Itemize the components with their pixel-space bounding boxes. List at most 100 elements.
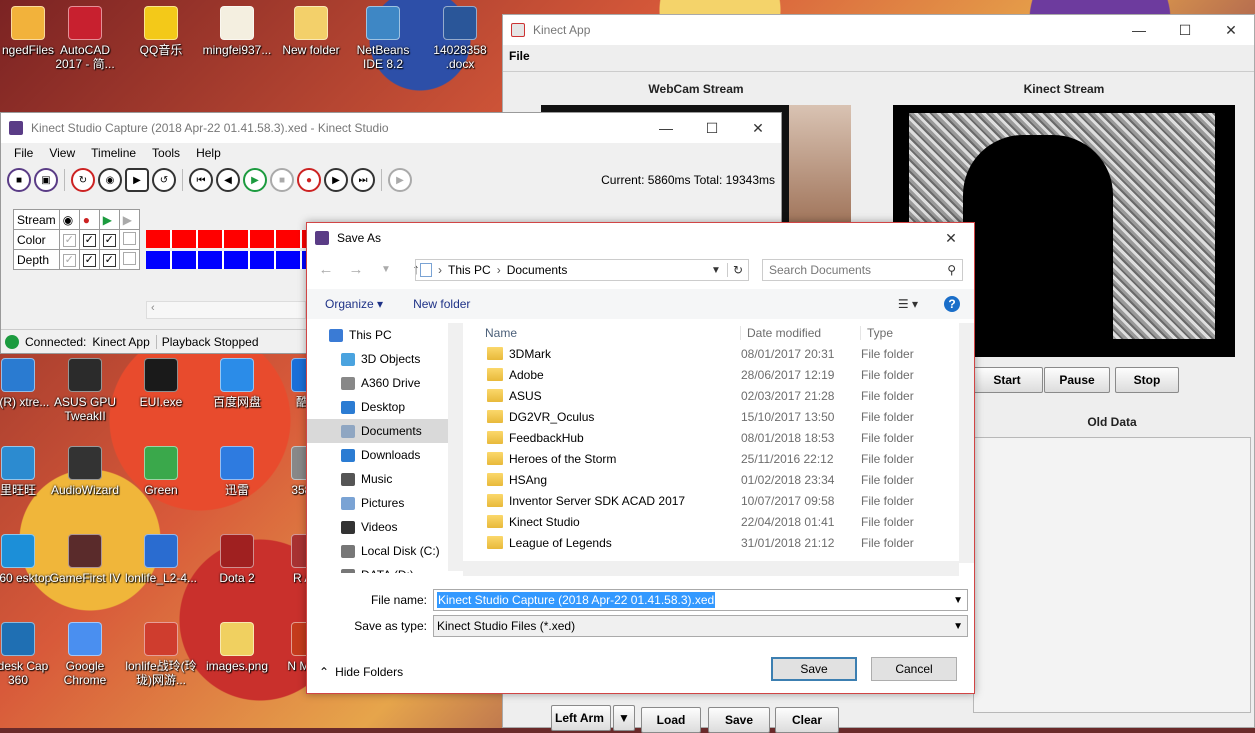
desktop-icon[interactable]: ASUS GPU TweakII bbox=[47, 358, 123, 423]
file-row[interactable]: 3DMark 08/01/2017 20:31 File folder bbox=[475, 343, 959, 364]
search-input[interactable]: Search Documents ⚲ bbox=[762, 259, 963, 281]
timeline-hscroll[interactable]: ‹ bbox=[146, 301, 306, 319]
forward-arrow-icon[interactable]: → bbox=[345, 261, 367, 278]
nav-item[interactable]: Downloads bbox=[307, 443, 463, 467]
nav-item[interactable]: A360 Drive bbox=[307, 371, 463, 395]
nav-item[interactable]: Music bbox=[307, 467, 463, 491]
chevron-down-icon[interactable]: ▼ bbox=[613, 705, 635, 731]
file-row[interactable]: Inventor Server SDK ACAD 2017 10/07/2017 … bbox=[475, 490, 959, 511]
chevron-down-icon[interactable]: ▼ bbox=[711, 265, 721, 276]
nav-item[interactable]: Videos bbox=[307, 515, 463, 539]
record-icon[interactable]: ● bbox=[297, 168, 321, 192]
disconnect-icon[interactable]: ■ bbox=[7, 168, 31, 192]
maximize-icon[interactable]: ☐ bbox=[1162, 15, 1208, 45]
menu-timeline[interactable]: Timeline bbox=[86, 146, 147, 160]
desktop-icon[interactable]: EUI.exe bbox=[123, 358, 199, 409]
minimize-icon[interactable]: — bbox=[1116, 15, 1162, 45]
refresh-icon[interactable]: ↻ bbox=[726, 263, 748, 277]
view-options-icon[interactable]: ☰ ▾ bbox=[898, 297, 926, 311]
checkbox[interactable] bbox=[122, 231, 136, 245]
file-row[interactable]: DG2VR_Oculus 15/10/2017 13:50 File folder bbox=[475, 406, 959, 427]
checkbox[interactable]: ✓ bbox=[82, 234, 96, 247]
cancel-button[interactable]: Cancel bbox=[871, 657, 957, 681]
load-button[interactable]: Load bbox=[641, 707, 701, 733]
back-arrow-icon[interactable]: ← bbox=[315, 261, 337, 278]
file-row[interactable]: Adobe 28/06/2017 12:19 File folder bbox=[475, 364, 959, 385]
stop-icon[interactable]: ■ bbox=[270, 168, 294, 192]
step-forward-icon[interactable]: ▶ bbox=[324, 168, 348, 192]
pause-button[interactable]: Pause bbox=[1044, 367, 1110, 393]
hide-folders-button[interactable]: ⌃ Hide Folders bbox=[319, 665, 403, 679]
desktop-icon[interactable]: New folder bbox=[273, 6, 349, 57]
stop-button[interactable]: Stop bbox=[1115, 367, 1179, 393]
start-button[interactable]: Start bbox=[971, 367, 1043, 393]
desktop-icon[interactable]: 14028358 .docx bbox=[422, 6, 498, 71]
nav-pane-scrollbar[interactable] bbox=[448, 323, 463, 571]
new-folder-button[interactable]: New folder bbox=[383, 297, 470, 311]
loop-icon[interactable]: ↺ bbox=[152, 168, 176, 192]
save-icon[interactable]: ▣ bbox=[34, 168, 58, 192]
monitor-icon[interactable]: ◉ bbox=[98, 168, 122, 192]
checkbox[interactable]: ✓ bbox=[102, 234, 116, 247]
menu-file[interactable]: File bbox=[9, 146, 44, 160]
column-name[interactable]: Name bbox=[475, 326, 741, 340]
desktop-icon[interactable]: Google Chrome bbox=[47, 622, 123, 687]
record-mode-icon[interactable]: ↻ bbox=[71, 168, 95, 192]
skip-end-icon[interactable]: ⏭ bbox=[351, 168, 375, 192]
nav-item[interactable]: Documents bbox=[307, 419, 463, 443]
save-button[interactable]: Save bbox=[771, 657, 857, 681]
desktop-icon[interactable]: mingfei937... bbox=[199, 6, 275, 57]
chevron-down-icon[interactable]: ▼ bbox=[953, 621, 967, 632]
desktop-icon[interactable]: images.png bbox=[199, 622, 275, 673]
file-row[interactable]: Kinect Studio 22/04/2018 01:41 File folder bbox=[475, 511, 959, 532]
clear-button[interactable]: Clear bbox=[775, 707, 839, 733]
savetype-select[interactable]: Kinect Studio Files (*.xed) ▼ bbox=[433, 615, 968, 637]
help-icon[interactable]: ? bbox=[944, 296, 960, 312]
chevron-down-icon[interactable]: ▼ bbox=[953, 595, 967, 606]
file-list-hscroll[interactable] bbox=[463, 561, 959, 576]
column-date[interactable]: Date modified bbox=[741, 326, 861, 340]
checkbox[interactable]: ✓ bbox=[62, 234, 76, 247]
desktop-icon[interactable]: 百度网盘 bbox=[199, 358, 275, 409]
nav-item[interactable]: DATA (D:) bbox=[307, 563, 463, 573]
desktop-icon[interactable]: Dota 2 bbox=[199, 534, 275, 585]
menu-help[interactable]: Help bbox=[191, 146, 232, 160]
file-row[interactable]: Heroes of the Storm 25/11/2016 22:12 File … bbox=[475, 448, 959, 469]
desktop-icon[interactable]: QQ音乐 bbox=[123, 6, 199, 57]
file-row[interactable]: League of Legends 31/01/2018 21:12 File fo… bbox=[475, 532, 959, 553]
nav-item[interactable]: Pictures bbox=[307, 491, 463, 515]
checkbox[interactable]: ✓ bbox=[102, 254, 116, 267]
address-bar[interactable]: › This PC › Documents ▼ ↻ bbox=[415, 259, 749, 281]
desktop-icon[interactable]: AutoCAD 2017 - 简... bbox=[47, 6, 123, 71]
checkbox[interactable]: ✓ bbox=[62, 254, 76, 267]
desktop-icon[interactable]: lonlife战玲(玲珑)网游... bbox=[123, 622, 199, 687]
file-row[interactable]: HSAng 01/02/2018 23:34 File folder bbox=[475, 469, 959, 490]
depth-timeline-bar[interactable] bbox=[146, 251, 306, 269]
checkbox[interactable]: ✓ bbox=[82, 254, 96, 267]
menu-file[interactable]: File bbox=[503, 45, 1254, 69]
close-icon[interactable]: ✕ bbox=[735, 113, 781, 143]
nav-item[interactable]: 3D Objects bbox=[307, 347, 463, 371]
nav-item[interactable]: Desktop bbox=[307, 395, 463, 419]
file-list-vscroll[interactable] bbox=[959, 323, 974, 563]
menu-tools[interactable]: Tools bbox=[147, 146, 191, 160]
playback-mode-icon[interactable]: ▶ bbox=[125, 168, 149, 192]
close-icon[interactable]: ✕ bbox=[1208, 15, 1254, 45]
skip-start-icon[interactable]: ⏮ bbox=[189, 168, 213, 192]
breadcrumb-documents[interactable]: Documents bbox=[507, 263, 568, 277]
play-icon[interactable]: ▶ bbox=[243, 168, 267, 192]
body-part-combo[interactable]: Left Arm bbox=[551, 705, 611, 731]
desktop-icon[interactable]: Green bbox=[123, 446, 199, 497]
column-type[interactable]: Type bbox=[861, 326, 957, 340]
save-data-button[interactable]: Save bbox=[708, 707, 770, 733]
file-row[interactable]: ASUS 02/03/2017 21:28 File folder bbox=[475, 385, 959, 406]
filename-field[interactable]: Kinect Studio Capture (2018 Apr-22 01.41… bbox=[433, 589, 968, 611]
desktop-icon[interactable]: 迅雷 bbox=[199, 446, 275, 497]
color-timeline-bar[interactable] bbox=[146, 230, 306, 248]
minimize-icon[interactable]: — bbox=[643, 113, 689, 143]
nav-item[interactable]: Local Disk (C:) bbox=[307, 539, 463, 563]
recent-chevron-icon[interactable]: ▼ bbox=[375, 264, 397, 275]
maximize-icon[interactable]: ☐ bbox=[689, 113, 735, 143]
desktop-icon[interactable]: GameFirst IV bbox=[47, 534, 123, 585]
close-icon[interactable]: ✕ bbox=[928, 223, 974, 253]
